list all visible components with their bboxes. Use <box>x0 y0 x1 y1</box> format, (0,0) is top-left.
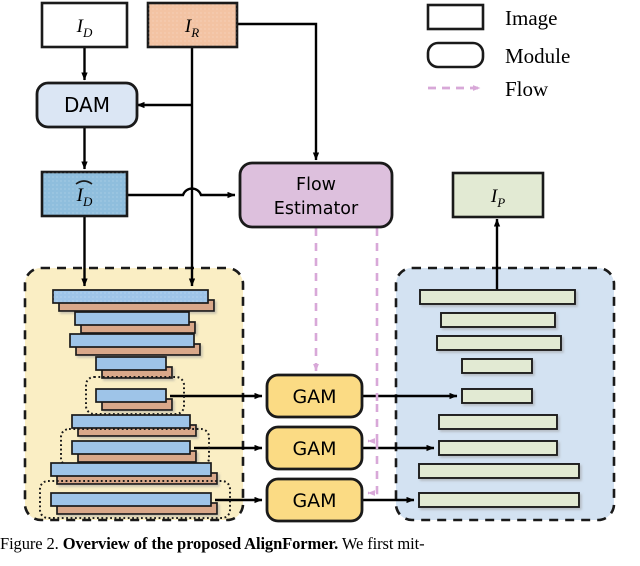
legend-item-module: Module <box>426 41 570 69</box>
decoder-layer-8 <box>418 463 580 479</box>
legend-image-label: Image <box>505 6 557 30</box>
node-input-degraded[interactable]: ID <box>40 1 129 49</box>
encoder-layer-1 <box>52 289 215 312</box>
legend-item-flow: Flow <box>428 77 549 101</box>
node-gam-3[interactable]: GAM <box>265 477 364 523</box>
node-gam-2[interactable]: GAM <box>265 425 364 471</box>
edge-idhat-to-flow <box>127 187 236 199</box>
gam-3-label: GAM <box>292 490 336 512</box>
encoder-layer-3 <box>69 333 201 356</box>
caption-prefix: Figure 2. <box>0 534 59 553</box>
encoder-layer-6 <box>71 414 197 437</box>
edge-ir-to-flow <box>237 22 320 161</box>
figure-caption: Figure 2. Overview of the proposed Align… <box>0 534 640 554</box>
caption-bold: Overview of the proposed AlignFormer. <box>62 534 339 553</box>
flow-estimator-label-line2: Estimator <box>274 199 359 219</box>
decoder-layer-7 <box>438 440 558 456</box>
decoder-layer-6 <box>438 414 558 430</box>
decoder-layer-9 <box>418 492 580 508</box>
gam-2-label: GAM <box>292 438 336 460</box>
legend-module-label: Module <box>505 44 570 68</box>
node-aligned-degraded[interactable]: ID <box>40 170 129 218</box>
node-dam-module[interactable]: DAM <box>35 81 139 129</box>
legend-item-image: Image <box>426 3 557 31</box>
legend-image-swatch <box>426 3 485 31</box>
gam-1-label: GAM <box>292 386 336 408</box>
decoder-layer-5 <box>461 388 533 404</box>
dam-module-label: DAM <box>64 93 110 117</box>
decoder-layer-3 <box>436 335 562 351</box>
encoder-layer-4 <box>95 356 173 379</box>
diagram-canvas: ID IR DAM ID Flow Estimator IP GAM GAM G… <box>23 1 616 523</box>
decoder-layer-1 <box>419 289 576 305</box>
flow-to-gam2 <box>367 404 379 444</box>
node-input-reference[interactable]: IR <box>146 1 239 49</box>
node-flow-estimator[interactable]: Flow Estimator <box>238 161 394 229</box>
legend-flow-label: Flow <box>505 77 549 101</box>
encoder-layer-2 <box>74 311 196 334</box>
legend: Image Module Flow <box>426 3 570 101</box>
caption-rest: We first mit- <box>341 534 425 553</box>
node-gam-1[interactable]: GAM <box>265 373 364 419</box>
figure-2-alignformer-overview: ID IR DAM ID Flow Estimator IP GAM GAM G… <box>0 0 640 566</box>
decoder-layer-4 <box>461 358 533 374</box>
flow-estimator-label-line1: Flow <box>296 175 336 195</box>
decoder-layer-2 <box>440 312 556 328</box>
node-output-pseudo[interactable]: IP <box>451 171 545 219</box>
legend-module-swatch <box>426 41 485 69</box>
